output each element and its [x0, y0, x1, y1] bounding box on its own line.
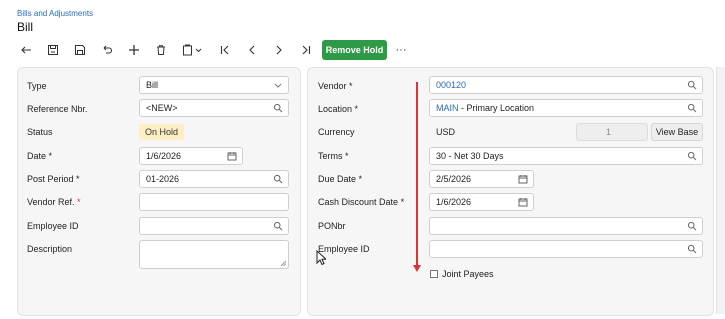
search-icon[interactable] [687, 103, 697, 113]
required-mark: * [76, 174, 80, 184]
type-value: Bill [146, 80, 159, 90]
calendar-icon[interactable] [518, 174, 528, 184]
terms-label: Terms * [318, 151, 349, 161]
search-icon[interactable] [687, 151, 697, 161]
vendor-value[interactable]: 000120 [436, 80, 466, 90]
location-label: Location * [318, 104, 358, 114]
type-label: Type [27, 81, 47, 91]
required-mark: * [77, 197, 81, 207]
ponbr-field[interactable] [429, 217, 703, 235]
required-mark: * [349, 81, 353, 91]
page-title: Bill [17, 20, 34, 34]
view-base-button[interactable]: View Base [651, 123, 703, 141]
terms-field[interactable]: 30 - Net 30 Days [429, 147, 703, 165]
location-code[interactable]: MAIN [436, 103, 459, 113]
currency-label: Currency [318, 127, 355, 137]
calendar-icon[interactable] [518, 197, 528, 207]
vendor-label-text: Vendor [318, 81, 347, 91]
date-value: 1/6/2026 [146, 151, 182, 161]
scrollbar[interactable] [716, 67, 725, 314]
delete-icon[interactable] [152, 42, 170, 58]
location-field[interactable]: MAIN - Primary Location [429, 99, 703, 117]
reference-nbr-field[interactable]: <NEW> [139, 99, 289, 117]
required-mark: * [48, 151, 53, 161]
mouse-cursor-icon [316, 250, 326, 266]
annotation-arrow-icon [413, 82, 421, 272]
search-icon[interactable] [273, 221, 283, 231]
employee-id-label: Employee ID [27, 221, 79, 231]
date-label: Date * [27, 151, 52, 161]
next-record-icon[interactable] [270, 42, 288, 58]
search-icon[interactable] [687, 80, 697, 90]
search-icon[interactable] [687, 244, 697, 254]
remove-hold-button[interactable]: Remove Hold [322, 40, 387, 60]
vendor-ref-input[interactable] [139, 193, 289, 211]
location-label-text: Location [318, 104, 353, 114]
save-and-close-icon[interactable] [44, 42, 62, 58]
description-textarea[interactable] [139, 240, 289, 269]
post-period-value: 01-2026 [146, 174, 180, 184]
post-period-label-text: Post Period [27, 174, 74, 184]
description-label: Description [27, 244, 73, 254]
joint-payees-checkbox[interactable] [430, 270, 438, 278]
required-mark: * [354, 104, 359, 114]
location-name: - Primary Location [458, 103, 535, 113]
vendor-field[interactable]: 000120 [429, 76, 703, 94]
add-icon[interactable] [125, 42, 143, 58]
required-mark: * [400, 197, 405, 207]
first-record-icon[interactable] [216, 42, 234, 58]
date-label-text: Date [27, 151, 47, 161]
due-date-label-text: Due Date [318, 174, 357, 184]
employee-id-field[interactable] [139, 217, 289, 235]
ponbr-label: PONbr [318, 221, 346, 231]
search-icon[interactable] [273, 103, 283, 113]
breadcrumb[interactable]: Bills and Adjustments [17, 9, 93, 18]
undo-icon[interactable] [98, 42, 116, 58]
due-date-field[interactable]: 2/5/2026 [429, 170, 534, 188]
due-date-value: 2/5/2026 [436, 174, 472, 184]
required-mark: * [345, 151, 349, 161]
cash-discount-date-field[interactable]: 1/6/2026 [429, 193, 534, 211]
post-period-field[interactable]: 01-2026 [139, 170, 289, 188]
terms-value: 30 - Net 30 Days [436, 151, 504, 161]
chevron-down-icon [274, 83, 282, 88]
cash-discount-date-label-text: Cash Discount Date [318, 197, 399, 207]
vendor-ref-label-text: Vendor Ref. [27, 197, 75, 207]
cash-discount-date-label: Cash Discount Date * [318, 197, 404, 207]
copy-paste-icon[interactable] [180, 42, 206, 58]
last-record-icon[interactable] [297, 42, 315, 58]
currency-value[interactable]: USD [436, 127, 455, 137]
search-icon[interactable] [687, 221, 697, 231]
currency-rate-field: 1 [576, 123, 648, 141]
back-icon[interactable] [17, 42, 35, 58]
reference-nbr-value: <NEW> [146, 103, 178, 113]
joint-payees-label[interactable]: Joint Payees [442, 269, 494, 279]
cash-discount-date-value: 1/6/2026 [436, 197, 472, 207]
post-period-label: Post Period * [27, 174, 80, 184]
type-select[interactable]: Bill [139, 76, 289, 94]
more-actions-button[interactable]: ··· [394, 42, 408, 58]
vendor-label: Vendor * [318, 81, 353, 91]
status-badge: On Hold [139, 124, 185, 140]
terms-label-text: Terms [318, 151, 343, 161]
calendar-icon[interactable] [227, 151, 237, 161]
status-label: Status [27, 127, 53, 137]
reference-nbr-label: Reference Nbr. [27, 104, 88, 114]
due-date-label: Due Date * [318, 174, 362, 184]
save-icon[interactable] [71, 42, 89, 58]
resize-handle-icon[interactable] [280, 260, 286, 266]
date-field[interactable]: 1/6/2026 [139, 147, 243, 165]
vendor-ref-label: Vendor Ref. * [27, 197, 81, 207]
previous-record-icon[interactable] [243, 42, 261, 58]
required-mark: * [358, 174, 363, 184]
employee-id-2-field[interactable] [429, 240, 703, 258]
search-icon[interactable] [273, 174, 283, 184]
